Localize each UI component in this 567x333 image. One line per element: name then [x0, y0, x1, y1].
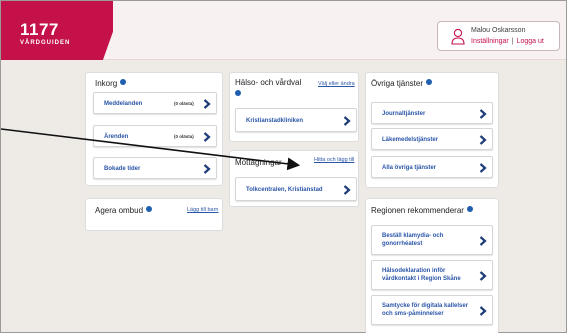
- chevron-right-icon: [479, 135, 487, 145]
- info-icon[interactable]: [146, 206, 153, 212]
- chevron-right-icon: [479, 163, 487, 173]
- region-item-label-line2: vårdkontakt i Region Skåne: [382, 276, 461, 282]
- logo[interactable]: 1177 VÅRDGUIDEN: [1, 1, 113, 60]
- user-icon: [451, 28, 465, 46]
- inbox-title-text: Inkorg: [95, 79, 118, 88]
- logo-number: 1177: [20, 20, 59, 39]
- unread-badge: (0 olästa): [174, 101, 194, 106]
- clinic-item[interactable]: Tolkcentralen, Kristianstad: [235, 177, 357, 201]
- region-item-health-declaration[interactable]: Hälsodeklaration inför vårdkontakt i Reg…: [371, 260, 493, 290]
- service-label: Alla övriga tjänster: [382, 165, 437, 171]
- inbox-item-label: Meddelanden: [104, 101, 143, 107]
- info-icon[interactable]: [426, 79, 433, 85]
- service-label: Läkemedelstjänster: [382, 137, 439, 143]
- inbox-title: Inkorg: [95, 79, 127, 88]
- unread-badge: (0 olästa): [174, 134, 194, 139]
- chevron-right-icon: [479, 271, 487, 281]
- proxy-title: Agera ombud: [95, 206, 153, 215]
- region-title-text: Regionen rekommenderar: [371, 206, 464, 215]
- logout-link[interactable]: Logga ut: [517, 38, 544, 45]
- region-item-digital-consent[interactable]: Samtycke för digitala kallelser och sms-…: [371, 295, 493, 325]
- other-services-item-all[interactable]: Alla övriga tjänster: [371, 156, 493, 178]
- header: 1177 VÅRDGUIDEN Malou Oskarsson Inställn…: [1, 1, 566, 60]
- chevron-right-icon: [203, 164, 211, 174]
- inbox-item-cases[interactable]: Ärenden (0 olästa): [93, 125, 217, 147]
- settings-link[interactable]: Inställningar: [471, 38, 509, 45]
- page: 1177 VÅRDGUIDEN Malou Oskarsson Inställn…: [0, 0, 567, 333]
- region-item-label-line1: Beställ klamydia- och: [382, 233, 444, 239]
- other-services-item-journal[interactable]: Journaltjänster: [371, 102, 493, 124]
- logo-subtitle: VÅRDGUIDEN: [20, 40, 71, 46]
- chevron-right-icon: [203, 132, 211, 142]
- clinics-title-text: Mottagningar: [235, 158, 282, 167]
- user-name: Malou Oskarsson: [471, 27, 526, 34]
- info-icon[interactable]: [235, 90, 241, 96]
- clinics-card: Mottagningar Hitta och lägg till Tolkcen…: [229, 150, 359, 207]
- chevron-right-icon: [343, 116, 351, 126]
- care-unit-label: Kristianstadkliniken: [246, 118, 304, 124]
- clinic-label: Tolkcentralen, Kristianstad: [246, 187, 323, 193]
- inbox-item-appointments[interactable]: Bokade tider: [93, 157, 217, 179]
- find-and-add-link[interactable]: Hitta och lägg till: [314, 157, 354, 163]
- add-child-link[interactable]: Lägg till barn: [187, 207, 219, 213]
- region-item-label-line2: gonorrhéatest: [382, 241, 423, 247]
- other-services-title: Övriga tjänster: [371, 79, 433, 88]
- inbox-card: Inkorg Meddelanden (0 olästa) Ärenden (0…: [85, 72, 223, 186]
- clinics-title: Mottagningar: [235, 158, 282, 167]
- chevron-right-icon: [479, 306, 487, 316]
- region-item-chlamydia-test[interactable]: Beställ klamydia- och gonorrhéatest: [371, 225, 493, 255]
- region-item-label-line2: och sms-påminnelser: [382, 311, 444, 317]
- chevron-right-icon: [343, 185, 351, 195]
- chevron-right-icon: [203, 99, 211, 109]
- inbox-item-label: Bokade tider: [104, 166, 141, 172]
- info-icon[interactable]: [466, 206, 473, 212]
- choose-or-change-link[interactable]: Välj eller ändra: [318, 81, 355, 87]
- care-choice-title: Hälso- och vårdval: [235, 78, 301, 87]
- user-links: Inställningar | Logga ut: [471, 38, 544, 45]
- inbox-item-messages[interactable]: Meddelanden (0 olästa): [93, 92, 217, 114]
- inbox-item-label: Ärenden: [104, 134, 129, 140]
- region-title: Regionen rekommenderar: [371, 206, 473, 215]
- user-menu: Malou Oskarsson Inställningar | Logga ut: [437, 21, 560, 51]
- other-services-item-medication[interactable]: Läkemedelstjänster: [371, 128, 493, 150]
- chevron-right-icon: [479, 109, 487, 119]
- link-separator: |: [511, 38, 514, 45]
- region-card: Regionen rekommenderar Beställ klamydia-…: [365, 198, 499, 333]
- proxy-title-text: Agera ombud: [95, 206, 144, 215]
- region-item-label-line1: Hälsodeklaration inför: [382, 268, 446, 274]
- care-choice-card: Hälso- och vårdval Välj eller ändra Kris…: [229, 72, 359, 142]
- other-services-card: Övriga tjänster Journaltjänster Läkemede…: [365, 72, 499, 188]
- chevron-right-icon: [479, 236, 487, 246]
- proxy-card: Agera ombud Lägg till barn: [85, 198, 223, 231]
- service-label: Journaltjänster: [382, 111, 426, 117]
- care-choice-title-text: Hälso- och vårdval: [235, 78, 302, 87]
- info-icon[interactable]: [120, 79, 127, 85]
- other-services-title-text: Övriga tjänster: [371, 79, 424, 88]
- region-item-label-line1: Samtycke för digitala kallelser: [382, 303, 469, 309]
- care-unit-item[interactable]: Kristianstadkliniken: [235, 108, 357, 132]
